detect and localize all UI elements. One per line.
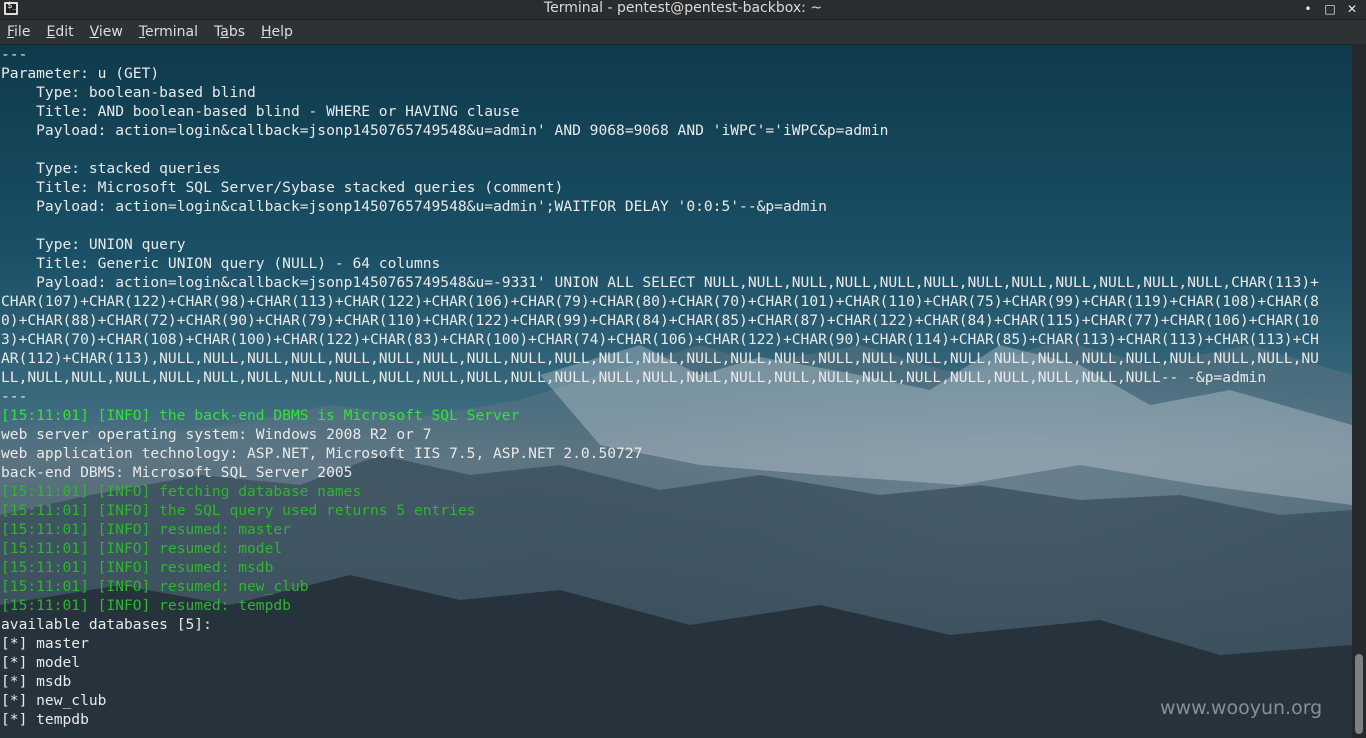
menu-bar: File Edit View Terminal Tabs Help xyxy=(0,20,1366,45)
terminal-text: --- Parameter: u (GET) Type: boolean-base… xyxy=(1,45,1351,729)
minimize-button[interactable]: • xyxy=(1300,1,1316,17)
window-title: Terminal - pentest@pentest-backbox: ~ xyxy=(543,0,823,16)
terminal-line: Payload: action=login&callback=jsonp1450… xyxy=(1,274,1319,291)
menu-file-rest: ile xyxy=(14,24,31,40)
terminal-line: Type: boolean-based blind xyxy=(1,84,256,101)
terminal-line: --- xyxy=(1,388,28,405)
menu-tabs[interactable]: Tabs xyxy=(206,20,253,44)
menu-tabs-rest: bs xyxy=(228,24,246,40)
vertical-scrollbar[interactable] xyxy=(1352,45,1366,738)
watermark-text: www.wooyun.org xyxy=(1160,697,1323,719)
terminal-line-db: [*] msdb xyxy=(1,673,72,690)
terminal-line: Title: AND boolean-based blind - WHERE o… xyxy=(1,103,520,120)
terminal-line: Payload: action=login&callback=jsonp1450… xyxy=(1,198,827,215)
menu-terminal[interactable]: Terminal xyxy=(131,20,206,44)
terminal-line-info: [15:11:01] [INFO] resumed: tempdb xyxy=(1,597,291,614)
terminal-line: CHAR(107)+CHAR(122)+CHAR(98)+CHAR(113)+C… xyxy=(1,293,1319,310)
terminal-line-info: [15:11:01] [INFO] resumed: master xyxy=(1,521,291,538)
terminal-line: Title: Microsoft SQL Server/Sybase stack… xyxy=(1,179,564,196)
menu-terminal-rest: erminal xyxy=(145,24,198,40)
terminal-line: available databases [5]: xyxy=(1,616,212,633)
menu-help-mnemonic: H xyxy=(261,24,272,40)
terminal-line-db: [*] tempdb xyxy=(1,711,89,728)
terminal-line-db: [*] new_club xyxy=(1,692,107,709)
menu-file[interactable]: File xyxy=(0,20,38,44)
menu-help-rest: elp xyxy=(271,24,293,40)
terminal-line: Type: stacked queries xyxy=(1,160,221,177)
terminal-output-area[interactable]: --- Parameter: u (GET) Type: boolean-base… xyxy=(0,45,1352,738)
maximize-button[interactable]: □ xyxy=(1322,1,1338,17)
terminal-line: 3)+CHAR(70)+CHAR(108)+CHAR(100)+CHAR(122… xyxy=(1,331,1319,348)
menu-view-mnemonic: V xyxy=(89,24,99,40)
terminal-line: web server operating system: Windows 200… xyxy=(1,426,432,443)
terminal-line: Parameter: u (GET) xyxy=(1,65,160,82)
terminal-line-info: [15:11:01] [INFO] the back-end DBMS is M… xyxy=(1,407,520,424)
menu-edit-rest: dit xyxy=(55,24,74,40)
terminal-line: web application technology: ASP.NET, Mic… xyxy=(1,445,643,462)
menu-edit[interactable]: Edit xyxy=(38,20,81,44)
terminal-line: back-end DBMS: Microsoft SQL Server 2005 xyxy=(1,464,353,481)
terminal-line-info: [15:11:01] [INFO] resumed: msdb xyxy=(1,559,274,576)
terminal-line: --- xyxy=(1,46,28,63)
menu-view-rest: iew xyxy=(98,24,123,40)
menu-tabs-mnemonic: a xyxy=(220,24,229,40)
scrollbar-thumb[interactable] xyxy=(1355,654,1363,734)
close-button[interactable]: ✕ xyxy=(1344,1,1360,17)
terminal-line: Title: Generic UNION query (NULL) - 64 c… xyxy=(1,255,441,272)
terminal-line-info: [15:11:01] [INFO] resumed: model xyxy=(1,540,283,557)
menu-help[interactable]: Help xyxy=(253,20,301,44)
terminal-line-db: [*] master xyxy=(1,635,89,652)
terminal-line: Payload: action=login&callback=jsonp1450… xyxy=(1,122,889,139)
terminal-line: Type: UNION query xyxy=(1,236,186,253)
terminal-line: AR(112)+CHAR(113),NULL,NULL,NULL,NULL,NU… xyxy=(1,350,1319,367)
menu-file-mnemonic: F xyxy=(7,24,15,40)
terminal-line-info: [15:11:01] [INFO] resumed: new_club xyxy=(1,578,309,595)
terminal-line-info: [15:11:01] [INFO] fetching database name… xyxy=(1,483,362,500)
menu-edit-mnemonic: E xyxy=(46,24,56,40)
terminal-line: 0)+CHAR(88)+CHAR(72)+CHAR(90)+CHAR(79)+C… xyxy=(1,312,1319,329)
terminal-line-info: [15:11:01] [INFO] the SQL query used ret… xyxy=(1,502,476,519)
terminal-line: LL,NULL,NULL,NULL,NULL,NULL,NULL,NULL,NU… xyxy=(1,369,1267,386)
terminal-window: $_ Terminal - pentest@pentest-backbox: ~… xyxy=(0,0,1366,738)
title-bar[interactable]: $_ Terminal - pentest@pentest-backbox: ~… xyxy=(0,0,1366,20)
menu-view[interactable]: View xyxy=(82,20,131,44)
terminal-line-db: [*] model xyxy=(1,654,81,671)
